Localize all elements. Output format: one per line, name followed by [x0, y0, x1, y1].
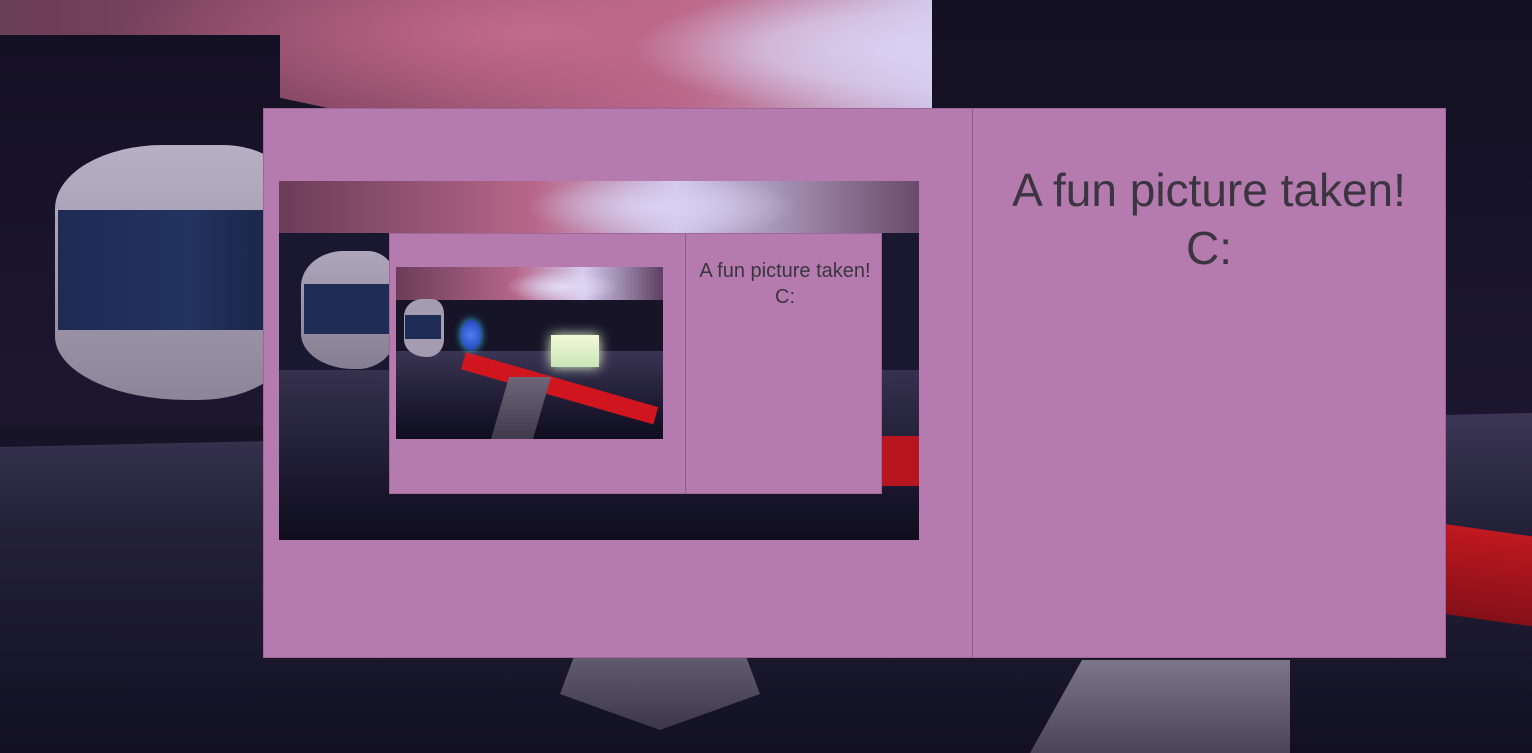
nested-photo-ceiling [396, 267, 663, 300]
nested-photo-album: A fun picture taken! C: [389, 233, 882, 494]
album-caption: A fun picture taken! C: [1012, 164, 1406, 274]
nested-album-caption: A fun picture taken! C: [699, 260, 871, 308]
photo-ceiling [279, 181, 919, 233]
photo-red-carpet [879, 436, 919, 486]
album-photo: A fun picture taken! C: [279, 181, 919, 540]
photo-album-panel[interactable]: A fun picture taken! C: A fun picture ta… [263, 108, 1446, 658]
nested-album-photo [396, 267, 663, 439]
pillar-band [58, 210, 278, 330]
album-page-divider [972, 109, 973, 657]
nested-album-page-divider [685, 234, 686, 493]
nested-photo-pillar-band [405, 315, 441, 339]
nested-photo-desk [551, 335, 599, 367]
photo-pillar-band [304, 284, 390, 334]
red-carpet [1442, 523, 1532, 627]
nested-photo-portal [461, 320, 481, 350]
